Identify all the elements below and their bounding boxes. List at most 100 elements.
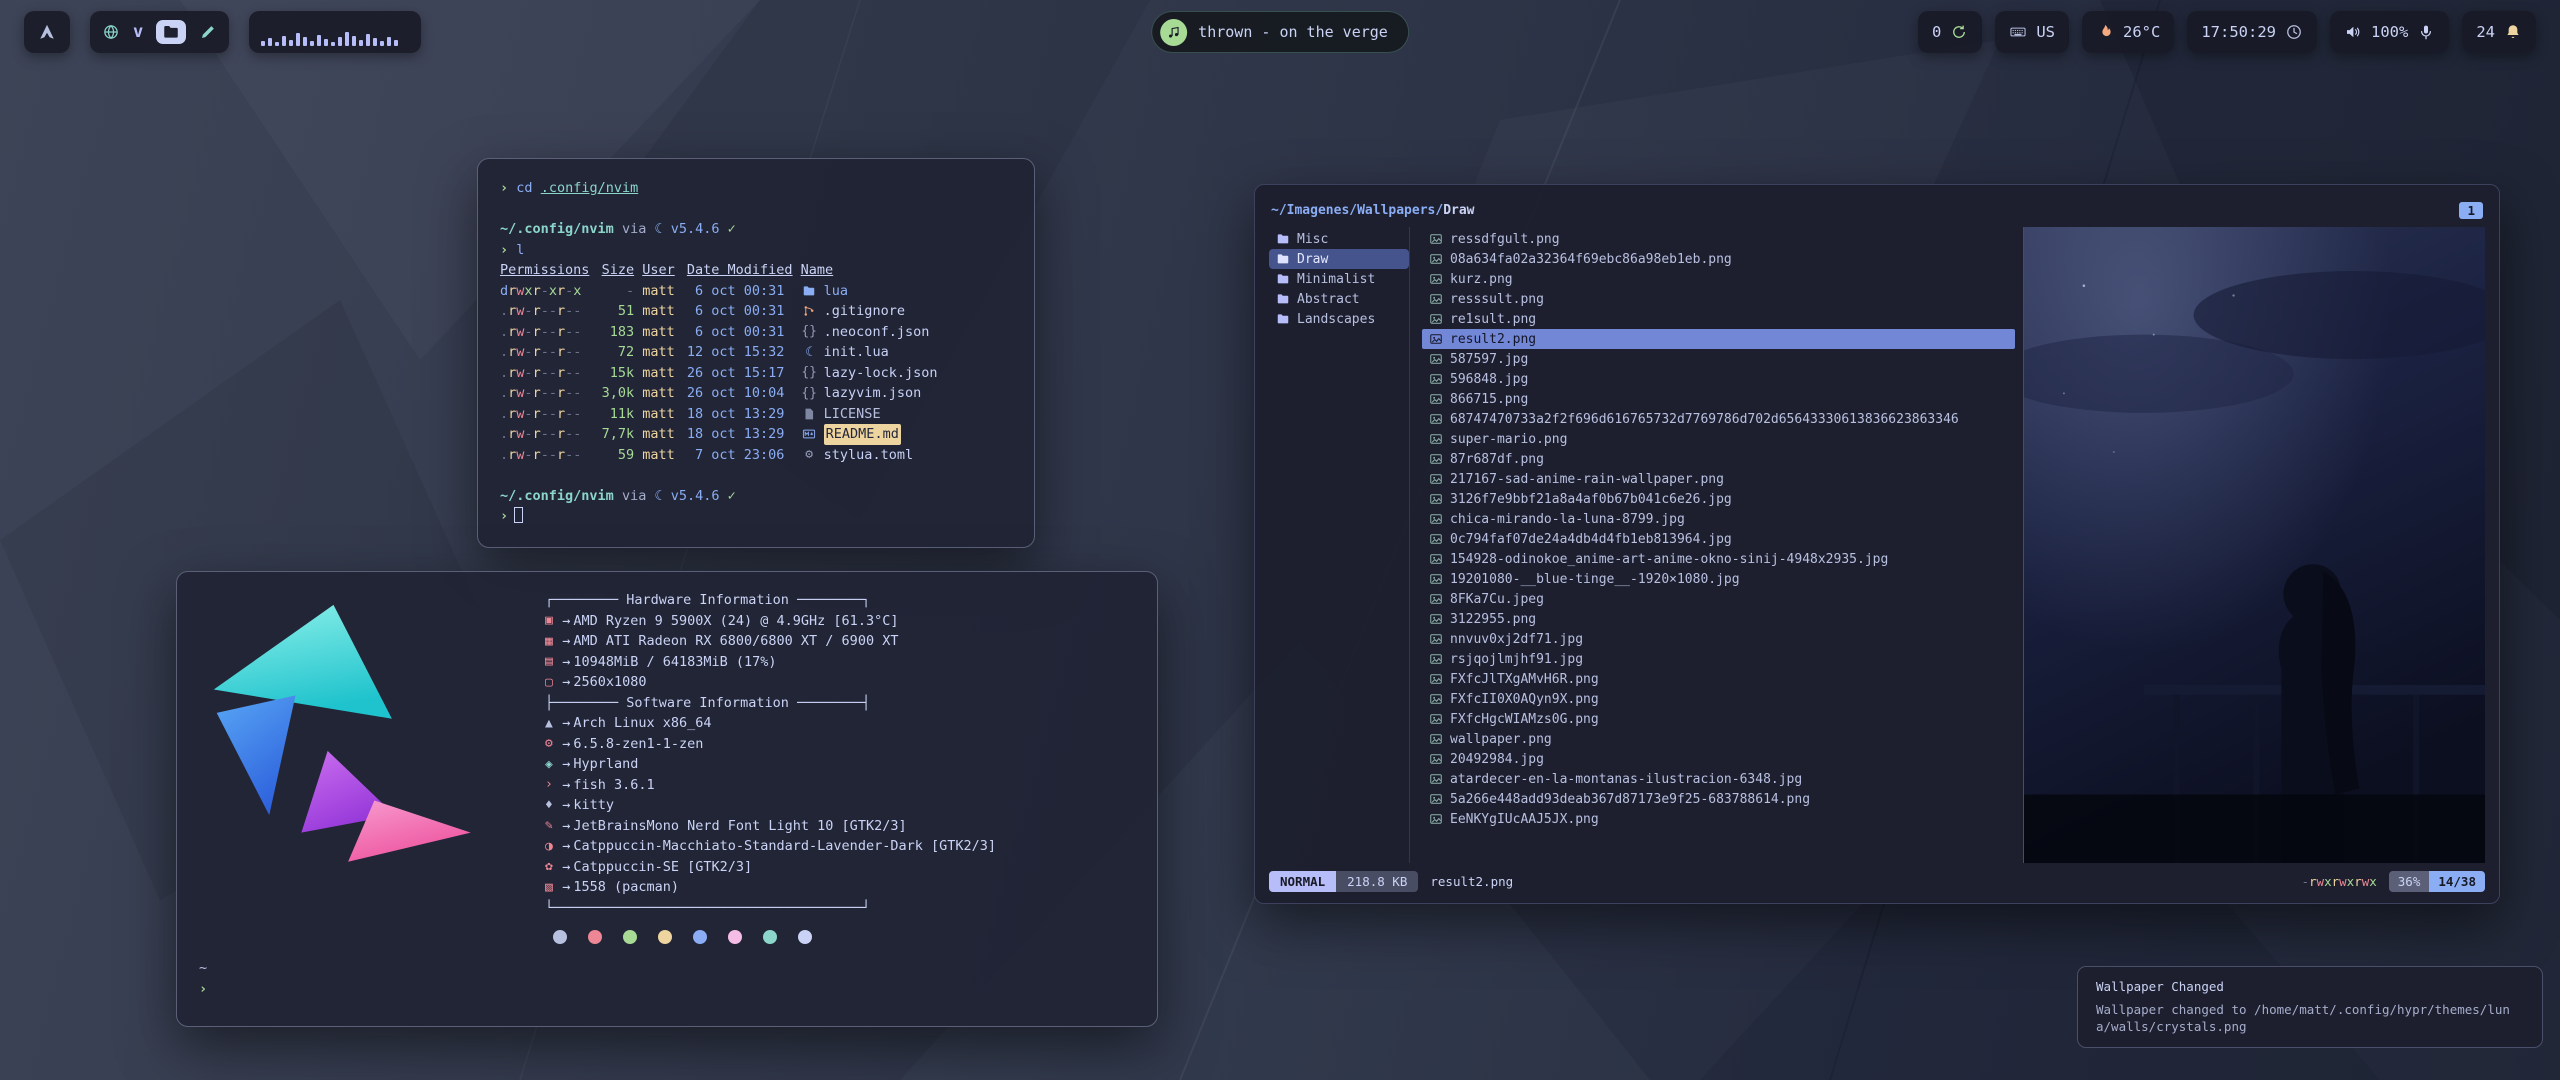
folder-icon [162, 23, 180, 41]
terminal-input-line[interactable]: › [500, 506, 1012, 527]
arrow-icon: → [562, 795, 570, 816]
file-row[interactable]: 866715.png [1422, 389, 2015, 409]
updates-module[interactable]: 0 [1918, 11, 1982, 53]
file-list-pane[interactable]: ressdfgult.png08a634fa02a32364f69ebc86a9… [1409, 227, 2023, 863]
folder-icon [1276, 232, 1290, 246]
file-row[interactable]: 8FKa7Cu.jpeg [1422, 589, 2015, 609]
file-name: 3122955.png [1450, 612, 1536, 627]
sidebar-folder-misc[interactable]: Misc [1269, 229, 1409, 249]
image-icon [1429, 552, 1443, 566]
file-row[interactable]: kurz.png [1422, 269, 2015, 289]
file-owner: matt [642, 424, 679, 445]
file-row[interactable]: 0c794faf07de24a4db4d4fb1eb813964.jpg [1422, 529, 2015, 549]
font-icon: ✎ [545, 819, 562, 832]
parent-folder-pane[interactable]: MiscDrawMinimalistAbstractLandscapes [1269, 227, 1409, 863]
viz-bar [331, 42, 335, 46]
file-row[interactable]: chica-mirando-la-luna-8799.jpg [1422, 509, 2015, 529]
notifications-module[interactable]: 24 [2462, 11, 2536, 53]
clock-module[interactable]: 17:50:29 [2187, 11, 2317, 53]
image-icon [1429, 732, 1443, 746]
file-row[interactable]: 68747470733a2f2f696d616765732d7769786d70… [1422, 409, 2015, 429]
tab-badge[interactable]: 1 [2459, 202, 2483, 219]
file-row[interactable]: 08a634fa02a32364f69ebc86a98eb1eb.png [1422, 249, 2015, 269]
workspace-2[interactable]: v [133, 24, 143, 41]
arrow-icon: → [562, 857, 570, 878]
notification-popup[interactable]: Wallpaper Changed Wallpaper changed to /… [2077, 966, 2543, 1048]
palette-dot [798, 930, 812, 944]
file-name: 19201080-__blue-tinge__-1920×1080.jpg [1450, 572, 1740, 587]
prompt-char: › [500, 180, 508, 196]
workspace-1[interactable] [102, 23, 120, 41]
file-name: kurz.png [1450, 272, 1513, 287]
file-row[interactable]: atardecer-en-la-montanas-ilustracion-634… [1422, 769, 2015, 789]
file-row[interactable]: 87r687df.png [1422, 449, 2015, 469]
file-row[interactable]: rsjqojlmjhf91.jpg [1422, 649, 2015, 669]
temperature-module[interactable]: 26°C [2082, 11, 2174, 53]
file-size: 59 [598, 445, 635, 466]
image-icon [1429, 232, 1443, 246]
file-name: .gitignore [824, 301, 905, 322]
file-row[interactable]: 3122955.png [1422, 609, 2015, 629]
file-row[interactable]: resssult.png [1422, 289, 2015, 309]
image-icon [1429, 312, 1443, 326]
date-modified: 18 oct 13:29 [687, 404, 793, 425]
file-name: result2.png [1450, 332, 1536, 347]
image-icon [1429, 512, 1443, 526]
permissions: drwxr-xr-x [500, 281, 589, 302]
image-icon [1429, 352, 1443, 366]
image-icon [1429, 492, 1443, 506]
file-row[interactable]: 154928-odinokoe_anime-art-anime-okno-sin… [1422, 549, 2015, 569]
sidebar-folder-abstract[interactable]: Abstract [1269, 289, 1409, 309]
file-row[interactable]: FXfcHgcWIAMzs0G.png [1422, 709, 2015, 729]
sidebar-folder-landscapes[interactable]: Landscapes [1269, 309, 1409, 329]
file-row[interactable]: 217167-sad-anime-rain-wallpaper.png [1422, 469, 2015, 489]
folder-icon [801, 284, 818, 298]
image-icon [1429, 372, 1443, 386]
viz-bar [310, 41, 314, 46]
file-row[interactable]: 3126f7e9bbf21a8a4af0b67b041c6e26.jpg [1422, 489, 2015, 509]
launcher-button[interactable] [24, 11, 70, 53]
file-row[interactable]: ressdfgult.png [1422, 229, 2015, 249]
file-row[interactable]: 596848.jpg [1422, 369, 2015, 389]
file-name-cell: lua [801, 281, 1012, 302]
terminal-input-line[interactable]: › [199, 979, 1135, 1000]
fetch-icon-theme-row: ✿→Catppuccin-SE [GTK2/3] [545, 857, 996, 878]
date-modified: 12 oct 15:32 [687, 342, 793, 363]
file-name: atardecer-en-la-montanas-ilustracion-634… [1450, 772, 1802, 787]
workspace-4[interactable] [199, 23, 217, 41]
image-icon [1429, 572, 1443, 586]
terminal-cursor [514, 507, 523, 523]
image-icon [1429, 452, 1443, 466]
file-row[interactable]: super-mario.png [1422, 429, 2015, 449]
file-name: lazyvim.json [824, 383, 922, 404]
column-header: User [642, 260, 679, 281]
status-ok-icon: ✓ [728, 221, 736, 237]
viz-bar [387, 37, 391, 46]
sidebar-folder-draw[interactable]: Draw [1269, 249, 1409, 269]
file-row[interactable]: result2.png [1422, 329, 2015, 349]
file-manager-header: ~/Imagenes/Wallpapers/Draw 1 [1271, 197, 2483, 223]
fetch-cpu-row: ▣→AMD Ryzen 9 5900X (24) @ 4.9GHz [61.3°… [545, 611, 996, 632]
cwd-path: ~ [199, 960, 207, 976]
file-row[interactable]: re1sult.png [1422, 309, 2015, 329]
file-row[interactable]: nnvuv0xj2df71.jpg [1422, 629, 2015, 649]
workspace-3[interactable] [156, 20, 186, 44]
file-row[interactable]: 5a266e448add93deab367d87173e9f25-6837886… [1422, 789, 2015, 809]
document-icon [801, 407, 818, 421]
keyboard-layout-module[interactable]: US [1995, 11, 2069, 53]
file-row[interactable]: EeNKYgIUcAAJ5JX.png [1422, 809, 2015, 829]
file-listing: PermissionsSizeUserDate ModifiedNamedrwx… [500, 260, 1012, 465]
media-widget[interactable]: thrown - on the verge [1151, 11, 1409, 53]
file-row[interactable]: FXfcII0X0AQyn9X.png [1422, 689, 2015, 709]
file-row[interactable]: 19201080-__blue-tinge__-1920×1080.jpg [1422, 569, 2015, 589]
file-row[interactable]: FXfcJlTXgAMvH6R.png [1422, 669, 2015, 689]
file-owner: matt [642, 383, 679, 404]
file-row[interactable]: 587597.jpg [1422, 349, 2015, 369]
file-size: 3,0k [598, 383, 635, 404]
sidebar-folder-minimalist[interactable]: Minimalist [1269, 269, 1409, 289]
image-icon [1429, 792, 1443, 806]
file-row[interactable]: 20492984.jpg [1422, 749, 2015, 769]
file-row[interactable]: wallpaper.png [1422, 729, 2015, 749]
workspaces: v [90, 11, 229, 53]
volume-module[interactable]: 100% [2330, 11, 2449, 53]
